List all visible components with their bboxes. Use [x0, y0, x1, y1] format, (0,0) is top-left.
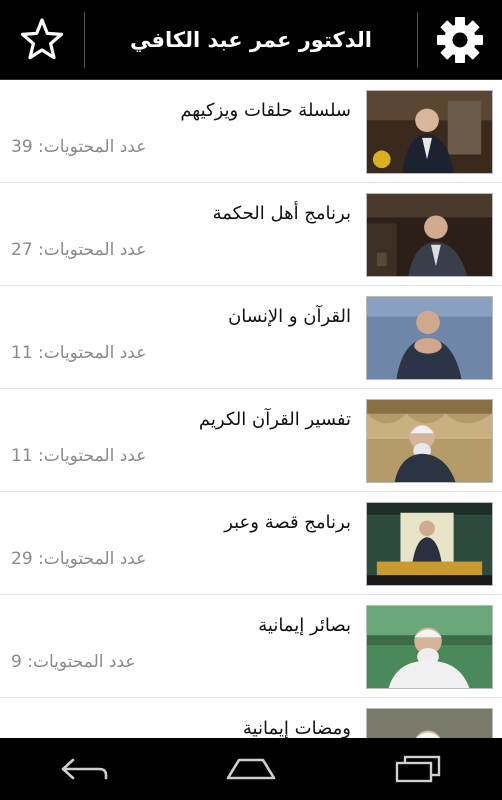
series-count: عدد المحتويات: 9 [11, 652, 136, 672]
series-count: عدد المحتويات: 39 [11, 137, 147, 157]
series-thumbnail [366, 90, 493, 174]
gear-icon [437, 17, 483, 63]
system-navigation-bar [0, 738, 502, 800]
action-bar: الدكتور عمر عبد الكافي [0, 0, 502, 80]
series-title: برنامج أهل الحكمة [212, 203, 351, 224]
series-title: تفسير القرآن الكريم [198, 409, 351, 430]
series-thumbnail [366, 605, 493, 689]
series-list-item[interactable]: تفسير القرآن الكريم عدد المحتويات: 11 [0, 389, 502, 492]
series-thumbnail [366, 502, 493, 586]
series-title: بصائر إيمانية [258, 615, 351, 636]
series-list[interactable]: سلسلة حلقات ويزكيهم عدد المحتويات: 39 بر… [0, 80, 502, 738]
series-list-item[interactable]: بصائر إيمانية عدد المحتويات: 9 [0, 595, 502, 698]
series-title: برنامج قصة وعبر [224, 512, 351, 533]
star-outline-icon [20, 18, 64, 60]
home-button[interactable] [191, 738, 311, 800]
recent-apps-icon [396, 755, 441, 783]
series-count: عدد المحتويات: 11 [11, 343, 147, 363]
back-arrow-icon [61, 758, 107, 780]
series-count: عدد المحتويات: 11 [11, 446, 147, 466]
series-title: القرآن و الإنسان [228, 306, 351, 327]
series-thumbnail [366, 708, 493, 738]
settings-button[interactable] [418, 0, 502, 80]
back-button[interactable] [24, 738, 144, 800]
series-list-item[interactable]: القرآن و الإنسان عدد المحتويات: 11 [0, 286, 502, 389]
series-count: عدد المحتويات: 29 [11, 549, 147, 569]
series-count: عدد المحتويات: 27 [11, 240, 147, 260]
series-thumbnail [366, 399, 493, 483]
header-divider-left [84, 12, 85, 68]
series-list-item[interactable]: برنامج قصة وعبر عدد المحتويات: 29 [0, 492, 502, 595]
series-list-item[interactable]: ومضات إيمانية [0, 698, 502, 738]
series-thumbnail [366, 193, 493, 277]
recent-apps-button[interactable] [358, 738, 478, 800]
series-list-item[interactable]: برنامج أهل الحكمة عدد المحتويات: 27 [0, 183, 502, 286]
series-title: ومضات إيمانية [242, 718, 351, 738]
app-title: الدكتور عمر عبد الكافي [130, 28, 372, 52]
series-list-item[interactable]: سلسلة حلقات ويزكيهم عدد المحتويات: 39 [0, 80, 502, 183]
series-title: سلسلة حلقات ويزكيهم [180, 100, 351, 121]
series-thumbnail [366, 296, 493, 380]
home-icon [226, 758, 276, 780]
favorites-button[interactable] [0, 0, 84, 80]
